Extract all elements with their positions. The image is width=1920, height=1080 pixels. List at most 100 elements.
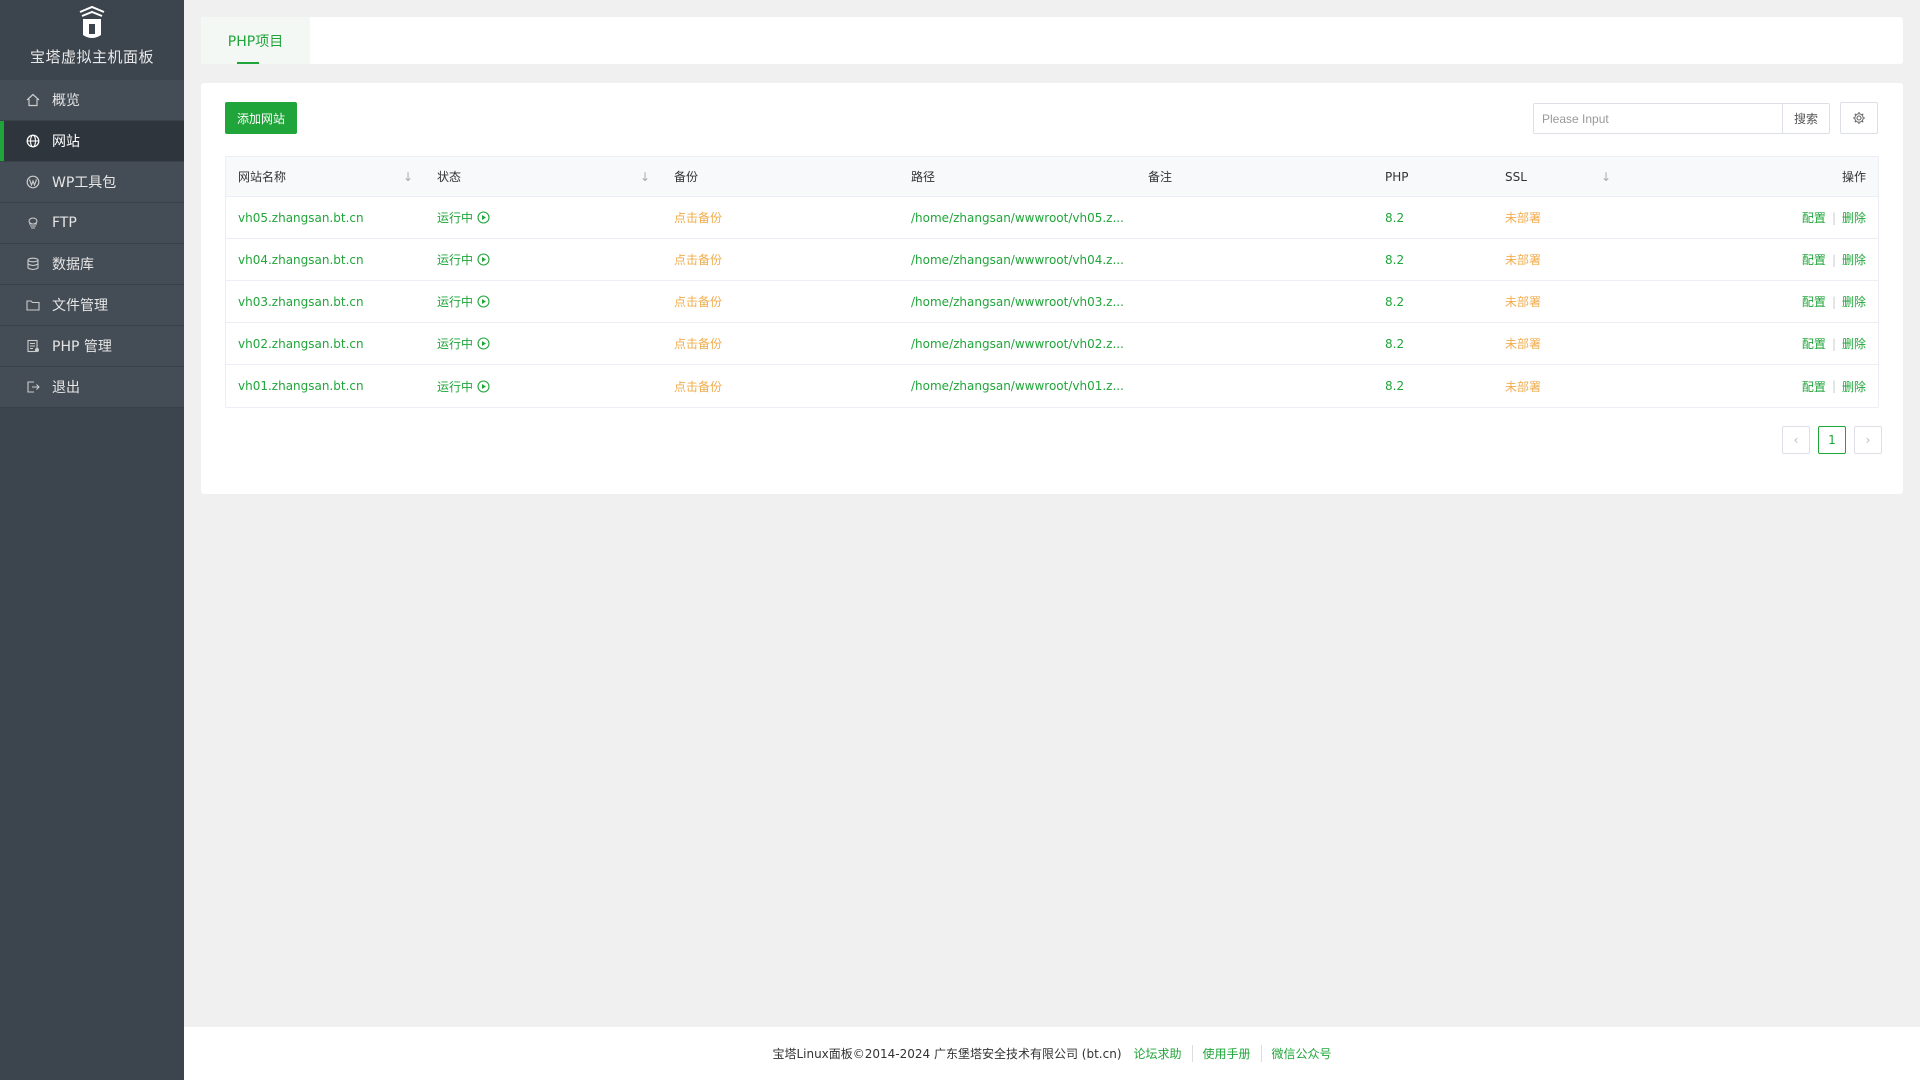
search-box: 搜索	[1533, 103, 1830, 134]
sort-down-icon: ↓	[402, 169, 413, 184]
brand: 宝塔虚拟主机面板	[0, 0, 184, 80]
action-separator: |	[1831, 294, 1836, 309]
page-number-button[interactable]: 1	[1818, 426, 1846, 454]
sidebar-item-ftp[interactable]: FTP	[0, 203, 184, 244]
folder-icon	[26, 300, 40, 311]
search-input[interactable]	[1534, 104, 1782, 133]
site-name-link[interactable]: vh01.zhangsan.bt.cn	[226, 365, 425, 407]
backup-link[interactable]: 点击备份	[662, 281, 899, 322]
config-link[interactable]: 配置	[1802, 293, 1826, 310]
sidebar-item-database[interactable]: 数据库	[0, 244, 184, 285]
prev-page-button[interactable]: ‹	[1782, 426, 1810, 454]
config-link[interactable]: 配置	[1802, 378, 1826, 395]
site-status[interactable]: 运行中	[425, 281, 662, 322]
sidebar-item-label: 文件管理	[52, 298, 108, 314]
php-icon	[27, 339, 39, 353]
delete-link[interactable]: 删除	[1842, 378, 1866, 395]
ssl-status-link[interactable]: 未部署	[1493, 365, 1623, 407]
sidebar-item-files[interactable]: 文件管理	[0, 285, 184, 326]
sidebar-item-label: WP工具包	[52, 175, 117, 191]
column-header-name[interactable]: 网站名称 ↓	[226, 157, 425, 196]
table-row: vh04.zhangsan.bt.cn 运行中 点击备份 /home/zhang…	[226, 239, 1878, 281]
config-link[interactable]: 配置	[1802, 209, 1826, 226]
footer-link-forum[interactable]: 论坛求助	[1134, 1045, 1182, 1062]
wordpress-icon	[26, 175, 40, 189]
sidebar-item-label: 退出	[52, 380, 80, 396]
column-settings-button[interactable]	[1840, 102, 1878, 134]
sidebar-item-label: 数据库	[52, 257, 94, 273]
column-header-ssl[interactable]: SSL ↓	[1493, 157, 1623, 196]
add-website-button[interactable]: 添加网站	[225, 102, 297, 134]
site-path-link[interactable]: /home/zhangsan/wwwroot/vh03.z...	[899, 281, 1136, 322]
php-version-link[interactable]: 8.2	[1373, 323, 1493, 364]
php-version-link[interactable]: 8.2	[1373, 239, 1493, 280]
ssl-status-link[interactable]: 未部署	[1493, 323, 1623, 364]
sidebar-item-wp-toolkit[interactable]: WP工具包	[0, 162, 184, 203]
table-header: 网站名称 ↓ 状态 ↓ 备份 路径 备注 PHP SSL ↓ 操作	[226, 157, 1878, 197]
row-actions: 配置 | 删除	[1623, 365, 1878, 407]
site-name-link[interactable]: vh02.zhangsan.bt.cn	[226, 323, 425, 364]
sidebar-item-website[interactable]: 网站	[0, 121, 184, 162]
site-note[interactable]	[1136, 239, 1373, 280]
play-circle-icon	[477, 253, 490, 266]
brand-name: 宝塔虚拟主机面板	[29, 48, 154, 66]
footer-link-manual[interactable]: 使用手册	[1191, 1045, 1251, 1062]
ssl-status-link[interactable]: 未部署	[1493, 281, 1623, 322]
row-actions: 配置 | 删除	[1623, 239, 1878, 280]
site-status[interactable]: 运行中	[425, 323, 662, 364]
table-row: vh02.zhangsan.bt.cn 运行中 点击备份 /home/zhang…	[226, 323, 1878, 365]
config-link[interactable]: 配置	[1802, 335, 1826, 352]
gear-icon	[1853, 112, 1865, 124]
ssl-status-link[interactable]: 未部署	[1493, 239, 1623, 280]
tab-php-project[interactable]: PHP项目	[201, 17, 310, 64]
site-panel: 添加网站 搜索 网站名称↓ 状态↓ 备份 路径 备注 PHP SSL↓ 操作	[201, 83, 1903, 494]
backup-link[interactable]: 点击备份	[662, 365, 899, 407]
ssl-status-link[interactable]: 未部署	[1493, 197, 1623, 238]
site-status[interactable]: 运行中	[425, 197, 662, 238]
sidebar-filler	[0, 408, 184, 1080]
site-note[interactable]	[1136, 365, 1373, 407]
column-header-path: 路径	[911, 170, 936, 184]
site-name-link[interactable]: vh05.zhangsan.bt.cn	[226, 197, 425, 238]
pagination: ‹ 1 ›	[1782, 426, 1882, 454]
play-circle-icon	[477, 295, 490, 308]
config-link[interactable]: 配置	[1802, 251, 1826, 268]
site-note[interactable]	[1136, 323, 1373, 364]
backup-link[interactable]: 点击备份	[662, 323, 899, 364]
site-status[interactable]: 运行中	[425, 239, 662, 280]
backup-link[interactable]: 点击备份	[662, 197, 899, 238]
footer: 宝塔Linux面板©2014-2024 广东堡塔安全技术有限公司 (bt.cn)…	[184, 1027, 1920, 1080]
globe-icon	[26, 134, 40, 148]
chevron-right-icon: ›	[1865, 433, 1871, 447]
site-name-link[interactable]: vh04.zhangsan.bt.cn	[226, 239, 425, 280]
delete-link[interactable]: 删除	[1842, 293, 1866, 310]
delete-link[interactable]: 删除	[1842, 251, 1866, 268]
action-separator: |	[1831, 379, 1836, 393]
logout-icon	[27, 381, 40, 393]
sort-down-icon: ↓	[639, 169, 650, 184]
sidebar-item-overview[interactable]: 概览	[0, 80, 184, 121]
sidebar-item-label: PHP 管理	[52, 339, 112, 355]
action-separator: |	[1831, 210, 1836, 225]
site-note[interactable]	[1136, 197, 1373, 238]
search-button[interactable]: 搜索	[1782, 104, 1829, 133]
row-actions: 配置 | 删除	[1623, 197, 1878, 238]
site-path-link[interactable]: /home/zhangsan/wwwroot/vh05.z...	[899, 197, 1136, 238]
site-note[interactable]	[1136, 281, 1373, 322]
delete-link[interactable]: 删除	[1842, 335, 1866, 352]
site-status[interactable]: 运行中	[425, 365, 662, 407]
backup-link[interactable]: 点击备份	[662, 239, 899, 280]
sidebar-item-php[interactable]: PHP 管理	[0, 326, 184, 367]
php-version-link[interactable]: 8.2	[1373, 197, 1493, 238]
sidebar-item-logout[interactable]: 退出	[0, 367, 184, 408]
php-version-link[interactable]: 8.2	[1373, 365, 1493, 407]
footer-link-wechat[interactable]: 微信公众号	[1260, 1045, 1332, 1062]
site-name-link[interactable]: vh03.zhangsan.bt.cn	[226, 281, 425, 322]
php-version-link[interactable]: 8.2	[1373, 281, 1493, 322]
site-path-link[interactable]: /home/zhangsan/wwwroot/vh01.z...	[899, 365, 1136, 407]
next-page-button[interactable]: ›	[1854, 426, 1882, 454]
site-path-link[interactable]: /home/zhangsan/wwwroot/vh02.z...	[899, 323, 1136, 364]
delete-link[interactable]: 删除	[1842, 209, 1866, 226]
column-header-status[interactable]: 状态 ↓	[425, 157, 662, 196]
site-path-link[interactable]: /home/zhangsan/wwwroot/vh04.z...	[899, 239, 1136, 280]
